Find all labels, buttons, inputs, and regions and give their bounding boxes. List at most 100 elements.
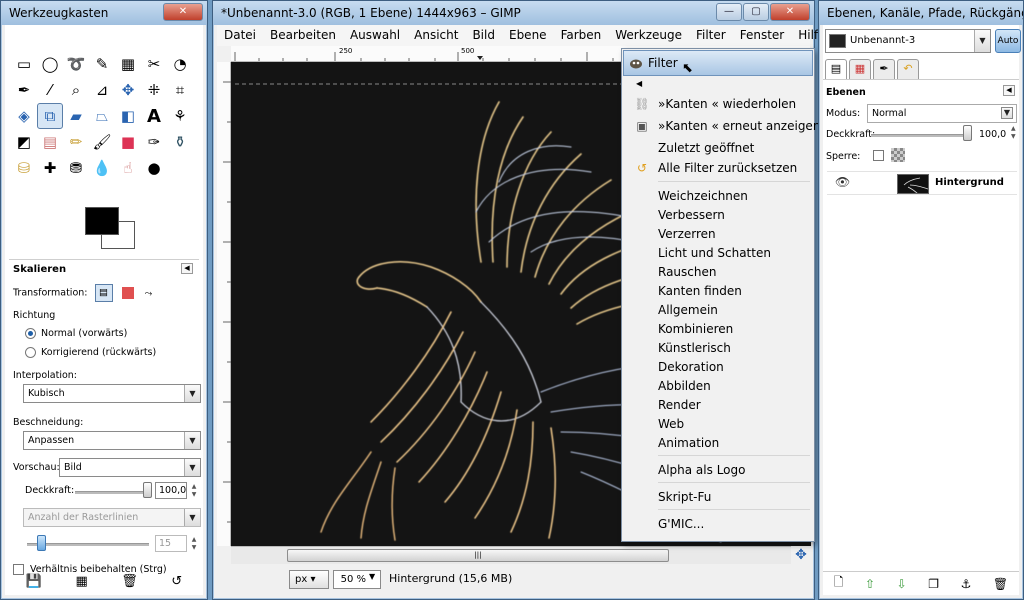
tab-layers[interactable]: ▤ bbox=[825, 59, 847, 79]
color-picker-icon[interactable]: ⁄ bbox=[37, 77, 63, 103]
align-icon[interactable]: ⁜ bbox=[141, 77, 167, 103]
scissors-icon[interactable]: ✂ bbox=[141, 51, 167, 77]
opacity-spin[interactable]: 100,0 ▲ ▼ bbox=[155, 482, 196, 499]
navigate-icon[interactable]: ✥ bbox=[791, 546, 811, 564]
cage-icon[interactable]: ⚘ bbox=[167, 103, 193, 129]
menu-item-verzerren[interactable]: Verzerren bbox=[658, 227, 716, 241]
flip-icon[interactable]: ◧ bbox=[115, 103, 141, 129]
scrollbar-thumb[interactable]: ||| bbox=[287, 549, 669, 562]
fuzzy-select-icon[interactable]: ✎ bbox=[89, 51, 115, 77]
delete-options-icon[interactable]: 🗑 bbox=[121, 574, 138, 589]
menu-item-reset[interactable]: Alle Filter zurücksetzen bbox=[658, 161, 797, 175]
radio-on-icon[interactable] bbox=[25, 328, 36, 339]
layer-row[interactable]: 👁 Hintergrund bbox=[827, 171, 1017, 195]
mode-select[interactable]: Normal ▼ bbox=[867, 104, 1017, 123]
perspective-clone-icon[interactable]: ⛃ bbox=[63, 155, 89, 181]
zoom-dropdown-icon[interactable]: ▼ bbox=[369, 572, 375, 581]
menu-item-skript-fu[interactable]: Skript-Fu bbox=[658, 490, 711, 504]
menu-item-allgemein[interactable]: Allgemein bbox=[658, 303, 718, 317]
chevron-down-icon[interactable]: ▼ bbox=[184, 432, 200, 449]
smudge-icon[interactable]: ☝ bbox=[115, 155, 141, 181]
menu-bearbeiten[interactable]: Bearbeiten bbox=[263, 25, 343, 46]
tab-undo[interactable]: ↶ bbox=[897, 59, 919, 79]
menu-fenster[interactable]: Fenster bbox=[733, 25, 792, 46]
menu-item-reshow[interactable]: »Kanten « erneut anzeigen bbox=[658, 119, 820, 133]
lock-alpha-icon[interactable] bbox=[891, 148, 905, 162]
layer-opacity-slider-thumb[interactable] bbox=[963, 125, 972, 141]
layer-opacity-slider-track[interactable] bbox=[871, 134, 971, 137]
close-button[interactable]: ✕ bbox=[770, 3, 810, 21]
eye-icon[interactable]: 👁 bbox=[835, 175, 850, 189]
lower-layer-icon[interactable]: ⇩ bbox=[897, 577, 907, 591]
menu-item-kombinieren[interactable]: Kombinieren bbox=[658, 322, 733, 336]
menu-item-repeat[interactable]: »Kanten « wiederholen bbox=[658, 97, 796, 111]
auto-button[interactable]: Auto bbox=[995, 29, 1021, 53]
chevron-down-icon[interactable]: ▼ bbox=[184, 385, 200, 402]
menu-item-kanten-finden[interactable]: Kanten finden bbox=[658, 284, 742, 298]
direction-normal-radio[interactable]: Normal (vorwärts) bbox=[25, 328, 127, 339]
dodge-burn-icon[interactable]: ● bbox=[141, 155, 167, 181]
tab-channels[interactable]: ▦ bbox=[849, 59, 871, 79]
horizontal-scrollbar[interactable]: ||| bbox=[231, 546, 791, 564]
menu-item-rauschen[interactable]: Rauschen bbox=[658, 265, 716, 279]
text-icon[interactable]: A bbox=[141, 103, 167, 129]
menu-item-licht-und-schatten[interactable]: Licht und Schatten bbox=[658, 246, 771, 260]
unit-select[interactable]: px ▾ bbox=[289, 570, 329, 589]
pencil-icon[interactable]: ✏ bbox=[63, 129, 89, 155]
menu-item-recent[interactable]: Zuletzt geöffnet bbox=[658, 141, 754, 155]
spin-arrows-icon[interactable]: ▲ ▼ bbox=[1011, 125, 1016, 141]
paintbrush-icon[interactable]: 🖌 bbox=[89, 129, 115, 155]
paths-icon[interactable]: ✒ bbox=[11, 77, 37, 103]
foreground-select-icon[interactable]: ◔ bbox=[167, 51, 193, 77]
menu-ansicht[interactable]: Ansicht bbox=[407, 25, 465, 46]
transform-path-icon[interactable]: ⤳ bbox=[145, 288, 153, 299]
raise-layer-icon[interactable]: ⇧ bbox=[865, 577, 875, 591]
panel-menu-arrow-icon[interactable]: ◀ bbox=[181, 263, 193, 274]
free-select-icon[interactable]: ➰ bbox=[63, 51, 89, 77]
bucket-fill-icon[interactable]: ◩ bbox=[11, 129, 37, 155]
panel-menu-arrow-icon[interactable]: ◀ bbox=[1003, 85, 1015, 96]
menu-item-kuenstlerisch[interactable]: Künstlerisch bbox=[658, 341, 731, 355]
tearoff-arrow-icon[interactable]: ◀ bbox=[622, 78, 814, 90]
restore-options-icon[interactable]: ▦ bbox=[75, 574, 87, 589]
ellipse-select-icon[interactable]: ◯ bbox=[37, 51, 63, 77]
blur-icon[interactable]: 💧 bbox=[89, 155, 115, 181]
airbrush-icon[interactable]: ✑ bbox=[141, 129, 167, 155]
chevron-down-icon[interactable]: ▼ bbox=[184, 459, 200, 476]
menu-auswahl[interactable]: Auswahl bbox=[343, 25, 407, 46]
rotate-icon[interactable]: ◈ bbox=[11, 103, 37, 129]
duplicate-layer-icon[interactable]: ❐ bbox=[928, 577, 939, 591]
image-select[interactable]: Unbenannt-3 ▼ bbox=[825, 29, 991, 53]
menu-item-render[interactable]: Render bbox=[658, 398, 701, 412]
delete-layer-icon[interactable]: 🗑 bbox=[993, 577, 1008, 591]
anchor-layer-icon[interactable]: ⚓ bbox=[961, 577, 972, 591]
shear-icon[interactable]: ▰ bbox=[63, 103, 89, 129]
spin-arrows-icon[interactable]: ▲ ▼ bbox=[188, 483, 200, 500]
menu-item-animation[interactable]: Animation bbox=[658, 436, 719, 450]
minimize-button[interactable]: — bbox=[716, 3, 742, 21]
chevron-down-icon[interactable]: ▼ bbox=[1001, 107, 1013, 119]
blend-icon[interactable]: ▤ bbox=[37, 129, 63, 155]
menu-item-web[interactable]: Web bbox=[658, 417, 684, 431]
opacity-slider-thumb[interactable] bbox=[143, 482, 152, 498]
vertical-ruler[interactable] bbox=[217, 62, 231, 546]
menu-farben[interactable]: Farben bbox=[554, 25, 609, 46]
tab-paths[interactable]: ✒ bbox=[873, 59, 895, 79]
clipping-select[interactable]: Anpassen ▼ bbox=[23, 431, 201, 450]
new-layer-icon[interactable]: 🗋 bbox=[834, 573, 844, 594]
zoom-icon[interactable]: ⌕ bbox=[63, 77, 89, 103]
clone-icon[interactable]: ⛁ bbox=[11, 155, 37, 181]
menu-item-weichzeichnen[interactable]: Weichzeichnen bbox=[658, 189, 748, 203]
color-select-icon[interactable]: ▦ bbox=[115, 51, 141, 77]
ink-icon[interactable]: ⚱ bbox=[167, 129, 193, 155]
menu-item-gmic[interactable]: G'MIC... bbox=[658, 517, 704, 531]
chevron-down-icon[interactable]: ▼ bbox=[974, 30, 990, 52]
toolbox-close-button[interactable]: ✕ bbox=[163, 3, 203, 21]
menu-filter[interactable]: Filter bbox=[689, 25, 733, 46]
measure-icon[interactable]: ⊿ bbox=[89, 77, 115, 103]
maximize-button[interactable]: ▢ bbox=[743, 3, 769, 21]
interpolation-select[interactable]: Kubisch ▼ bbox=[23, 384, 201, 403]
transform-selection-icon[interactable] bbox=[121, 287, 134, 299]
preview-select[interactable]: Bild ▼ bbox=[59, 458, 201, 477]
opacity-slider-track[interactable] bbox=[75, 491, 151, 494]
